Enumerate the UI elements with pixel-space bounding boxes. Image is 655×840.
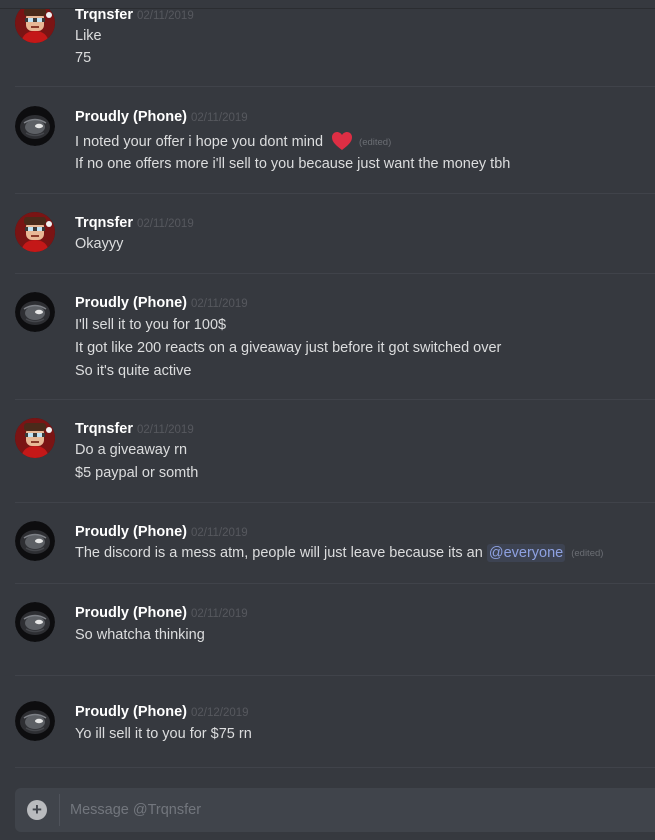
everyone-mention[interactable]: @everyone (486, 544, 566, 562)
edited-label: (edited) (359, 137, 392, 148)
message-text: I noted your offer i hope you dont mind (75, 134, 324, 150)
message-timestamp: 02/11/2019 (190, 527, 248, 539)
message-input[interactable] (70, 788, 640, 832)
heart-emoji-icon (331, 131, 353, 151)
message-text: If no one offers more i'll sell to you b… (75, 156, 511, 172)
dark-disc-avatar-icon[interactable] (15, 521, 55, 561)
message-group: Trqnsfer 02/11/2019 Do a giveaway rn $5 p… (0, 399, 655, 503)
message-author[interactable]: Trqnsfer (75, 421, 133, 437)
message-timestamp: 02/11/2019 (190, 608, 248, 620)
dark-disc-avatar-icon[interactable] (15, 292, 55, 332)
message-author[interactable]: Trqnsfer (75, 215, 133, 231)
message-text: The discord is a mess atm, people will j… (75, 545, 483, 561)
dark-disc-avatar-icon[interactable] (15, 602, 55, 642)
cartoon-avatar-icon[interactable] (15, 418, 55, 458)
cartoon-avatar-icon[interactable] (15, 3, 55, 43)
message-timestamp: 02/11/2019 (137, 424, 194, 436)
message-group: Trqnsfer 02/11/2019 Okayyy (0, 193, 655, 274)
dark-disc-avatar-icon[interactable] (15, 106, 55, 146)
message-text: Okayyy (75, 236, 124, 252)
message-timestamp: 02/11/2019 (137, 10, 194, 22)
message-group: Proudly (Phone) 02/11/2019 So whatcha thi… (0, 583, 655, 676)
message-group: Proudly (Phone) 02/12/2019 Yo ill sell it… (0, 675, 655, 768)
message-text: Like (75, 28, 102, 44)
message-divider (15, 767, 655, 768)
message-text: So it's quite active (75, 363, 192, 379)
message-author[interactable]: Proudly (Phone) (75, 524, 187, 540)
message-author[interactable]: Trqnsfer (75, 7, 133, 23)
message-text: I'll sell it to you for 100$ (75, 317, 227, 333)
message-timestamp: 02/11/2019 (190, 298, 248, 310)
message-group: Proudly (Phone) 02/11/2019 The discord is… (0, 502, 655, 584)
message-group: Trqnsfer 02/11/2019 Like 75 (0, 0, 655, 87)
message-text: Yo ill sell it to you for $75 rn (75, 726, 252, 742)
message-timestamp: 02/11/2019 (137, 218, 194, 230)
message-group: Proudly (Phone) 02/11/2019 I noted your o… (0, 87, 655, 194)
message-author[interactable]: Proudly (Phone) (75, 295, 187, 311)
cartoon-avatar-icon[interactable] (15, 212, 55, 252)
message-text: $5 paypal or somth (75, 465, 199, 481)
message-composer: + (15, 788, 655, 832)
message-text-line: The discord is a mess atm, people will j… (75, 544, 604, 562)
top-edge-bar (0, 0, 655, 9)
message-text: Do a giveaway rn (75, 442, 188, 458)
message-text: 75 (75, 50, 92, 66)
plus-circle-icon[interactable]: + (27, 800, 47, 820)
message-group: Proudly (Phone) 02/11/2019 I'll sell it t… (0, 273, 655, 400)
message-author[interactable]: Proudly (Phone) (75, 109, 187, 125)
composer-divider (59, 794, 60, 826)
dark-disc-avatar-icon[interactable] (15, 701, 55, 741)
edited-label: (edited) (571, 548, 604, 559)
message-text: So whatcha thinking (75, 627, 205, 643)
message-author[interactable]: Proudly (Phone) (75, 605, 187, 621)
message-timestamp: 02/11/2019 (190, 112, 248, 124)
message-text-line: I noted your offer i hope you dont mind … (75, 131, 391, 151)
message-author[interactable]: Proudly (Phone) (75, 704, 187, 720)
message-timestamp: 02/12/2019 (190, 707, 249, 719)
message-text: It got like 200 reacts on a giveaway jus… (75, 340, 502, 356)
